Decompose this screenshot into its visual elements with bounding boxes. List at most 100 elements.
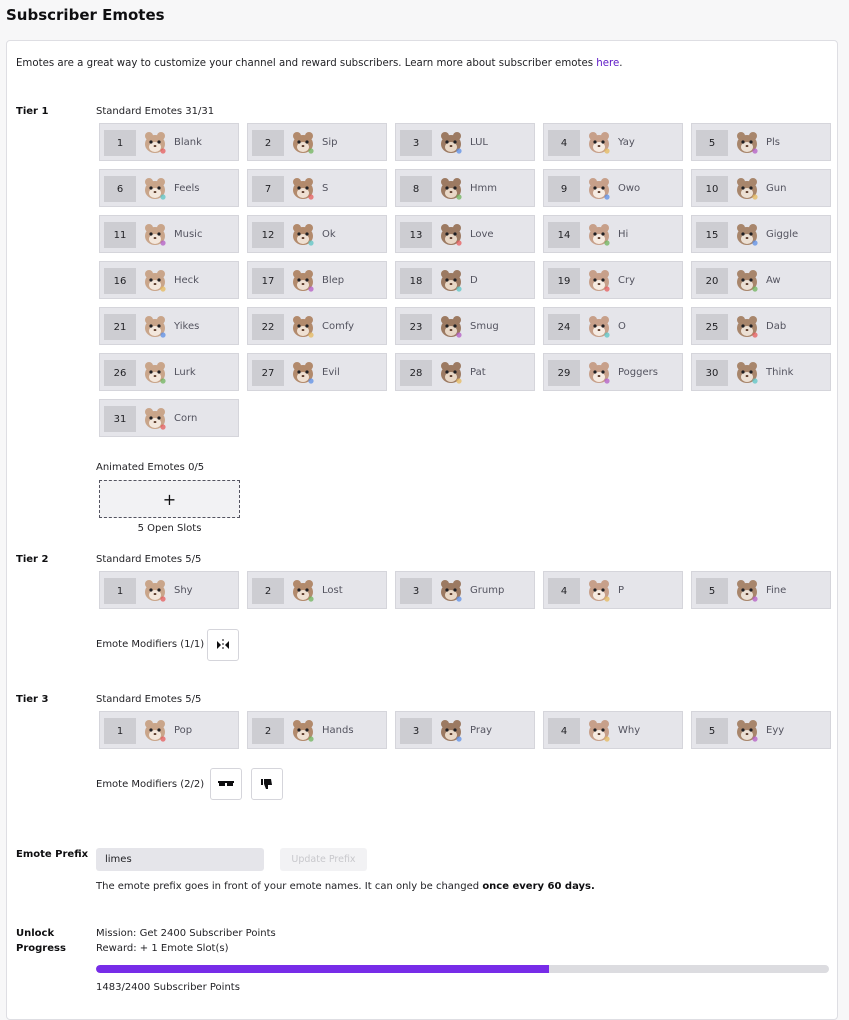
emote-slot-lul[interactable]: 3 LUL <box>395 123 535 161</box>
emote-slot-feels[interactable]: 6 Feels <box>99 169 239 207</box>
emote-o-icon <box>589 316 610 338</box>
emote-slot-number: 12 <box>252 222 284 248</box>
emote-slot-shy[interactable]: 1 Shy <box>99 571 239 609</box>
emote-name: Comfy <box>322 321 355 332</box>
emote-name: Gun <box>766 183 787 194</box>
emote-name: Dab <box>766 321 787 332</box>
tier3-label: Tier 3 <box>16 694 49 705</box>
emote-name: O <box>618 321 626 332</box>
emote-slot-hands[interactable]: 2 Hands <box>247 711 387 749</box>
learn-more-link[interactable]: here <box>596 58 619 69</box>
emote-slot-eyy[interactable]: 5 Eyy <box>691 711 831 749</box>
emote-love-icon <box>441 224 462 246</box>
emote-slot-number: 6 <box>104 176 136 202</box>
tier1-label: Tier 1 <box>16 106 49 117</box>
emote-slot-aw[interactable]: 20 Aw <box>691 261 831 299</box>
emote-comfy-icon <box>293 316 314 338</box>
emote-name: Giggle <box>766 229 799 240</box>
emote-slot-number: 3 <box>400 578 432 604</box>
emote-slot-p[interactable]: 4P <box>543 571 683 609</box>
emote-slot-number: 21 <box>104 314 136 340</box>
emote-lul-icon <box>441 132 462 154</box>
emote-slot-number: 26 <box>104 360 136 386</box>
emote-lurk-icon <box>145 362 166 384</box>
emote-dab-icon <box>737 316 758 338</box>
emote-slot-yay[interactable]: 4 Yay <box>543 123 683 161</box>
add-animated-emote-button[interactable]: + <box>99 480 240 518</box>
emote-prefix-input[interactable] <box>96 848 264 871</box>
emote-name: LUL <box>470 137 488 148</box>
emote-slot-pls[interactable]: 5 Pls <box>691 123 831 161</box>
hand-modifier-button[interactable] <box>251 768 283 800</box>
emote-slot-owo[interactable]: 9 Owo <box>543 169 683 207</box>
emote-sip-icon <box>293 132 314 154</box>
emote-slot-comfy[interactable]: 22 Comfy <box>247 307 387 345</box>
emote-slot-o[interactable]: 24 O <box>543 307 683 345</box>
emote-slot-d[interactable]: 18 D <box>395 261 535 299</box>
emote-slot-grump[interactable]: 3 Grump <box>395 571 535 609</box>
emote-heck-icon <box>145 270 166 292</box>
emote-slot-sip[interactable]: 2 Sip <box>247 123 387 161</box>
emote-slot-lurk[interactable]: 26 Lurk <box>99 353 239 391</box>
tier1-standard-label: Standard Emotes 31/31 <box>96 106 215 117</box>
emote-name: Feels <box>174 183 200 194</box>
emote-slot-lost[interactable]: 2 Lost <box>247 571 387 609</box>
emote-slot-heck[interactable]: 16 Heck <box>99 261 239 299</box>
emote-slot-s[interactable]: 7S <box>247 169 387 207</box>
emote-name: Lost <box>322 585 343 596</box>
sunglasses-modifier-button[interactable] <box>210 768 242 800</box>
emote-slot-evil[interactable]: 27 Evil <box>247 353 387 391</box>
emote-slot-pat[interactable]: 28 Pat <box>395 353 535 391</box>
emote-slot-number: 29 <box>548 360 580 386</box>
emote-slot-number: 25 <box>696 314 728 340</box>
tier3-modifiers-label: Emote Modifiers (2/2) <box>96 779 205 790</box>
emote-slot-think[interactable]: 30 Think <box>691 353 831 391</box>
emote-slot-giggle[interactable]: 15 Giggle <box>691 215 831 253</box>
emote-gun-icon <box>737 178 758 200</box>
emote-pray-icon <box>441 720 462 742</box>
emote-cry-icon <box>589 270 610 292</box>
emote-music-icon <box>145 224 166 246</box>
emote-slot-poggers[interactable]: 29 Poggers <box>543 353 683 391</box>
emote-slot-gun[interactable]: 10 Gun <box>691 169 831 207</box>
emote-slot-pray[interactable]: 3 Pray <box>395 711 535 749</box>
emote-name: Pray <box>470 725 493 736</box>
emote-ok-icon <box>293 224 314 246</box>
emote-slot-cry[interactable]: 19 Cry <box>543 261 683 299</box>
emote-aw-icon <box>737 270 758 292</box>
emote-slot-yikes[interactable]: 21 Yikes <box>99 307 239 345</box>
emote-slot-blep[interactable]: 17 Blep <box>247 261 387 299</box>
emote-hands-icon <box>293 720 314 742</box>
emote-slot-why[interactable]: 4 Why <box>543 711 683 749</box>
emote-eyy-icon <box>737 720 758 742</box>
emote-slot-number: 23 <box>400 314 432 340</box>
emote-slot-hi[interactable]: 14 Hi <box>543 215 683 253</box>
flip-modifier-button[interactable] <box>207 629 239 661</box>
emote-giggle-icon <box>737 224 758 246</box>
tier2-standard-label: Standard Emotes 5/5 <box>96 554 202 565</box>
emote-hi-icon <box>589 224 610 246</box>
emote-slot-number: 5 <box>696 578 728 604</box>
emote-name: P <box>618 585 625 596</box>
update-prefix-button[interactable]: Update Prefix <box>280 848 367 871</box>
emote-slot-smug[interactable]: 23 Smug <box>395 307 535 345</box>
emote-slot-corn[interactable]: 31 Corn <box>99 399 239 437</box>
emote-slot-hmm[interactable]: 8 Hmm <box>395 169 535 207</box>
emote-grump-icon <box>441 580 462 602</box>
emote-slot-blank[interactable]: 1 Blank <box>99 123 239 161</box>
emote-slot-music[interactable]: 11 Music <box>99 215 239 253</box>
emote-slot-pop[interactable]: 1 Pop <box>99 711 239 749</box>
emote-slot-number: 2 <box>252 718 284 744</box>
emote-name: Hands <box>322 725 354 736</box>
emote-slot-love[interactable]: 13 Love <box>395 215 535 253</box>
emote-name: Sip <box>322 137 338 148</box>
emote-name: Pop <box>174 725 193 736</box>
emote-slot-number: 30 <box>696 360 728 386</box>
flip-modifier-icon <box>217 639 229 649</box>
tier1-emote-grid: 1 Blank 2 Sip 3 LUL 4 Yay 5 Pls 6 Feels 7 S 8 Hmm 9 Owo 10… <box>99 123 831 437</box>
unlock-progress-fill <box>96 965 549 973</box>
emote-slot-dab[interactable]: 25 Dab <box>691 307 831 345</box>
emote-slot-fine[interactable]: 5 Fine <box>691 571 831 609</box>
tier2-label: Tier 2 <box>16 554 49 565</box>
emote-slot-ok[interactable]: 12 Ok <box>247 215 387 253</box>
